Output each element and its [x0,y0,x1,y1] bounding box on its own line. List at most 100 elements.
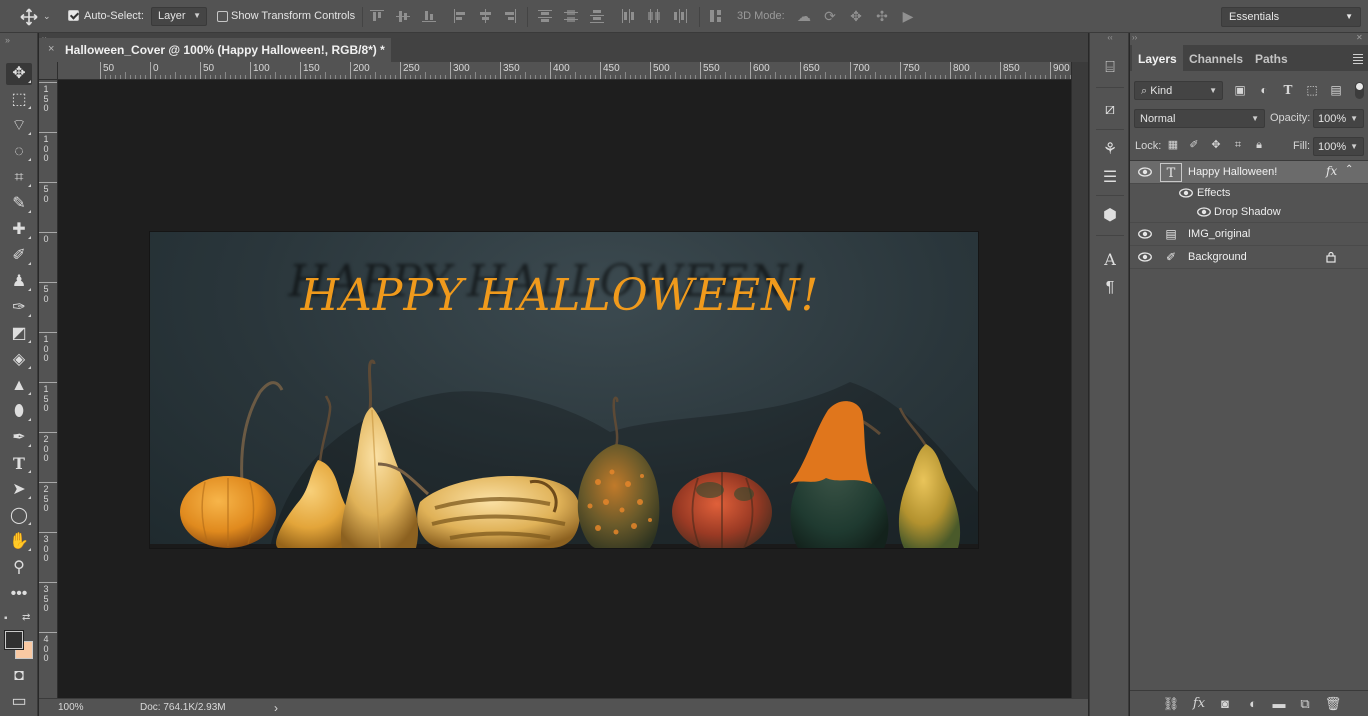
3d-roll-icon[interactable]: ⟳ [821,8,839,24]
close-icon[interactable]: × [48,43,54,55]
panel-menu-icon[interactable] [1353,54,1363,66]
tab-paths[interactable]: Paths [1249,45,1294,71]
3d-orbit-icon[interactable]: ☁ [795,8,813,24]
document-canvas[interactable]: HAPPY HALLOWEEN! [150,232,978,548]
dock-collapse-icon[interactable]: ‹‹ [1090,33,1130,45]
quick-mask-icon[interactable]: ◘ [6,665,32,687]
rectangular-marquee-tool-icon[interactable]: ⬚ [6,89,32,111]
horizontal-ruler[interactable]: 50 0 50 100 150 200 250 300 350 400 450 500 550 600 65… [58,62,1071,80]
add-layer-style-icon[interactable]: fx [1190,696,1208,712]
eraser-tool-icon[interactable]: ◩ [6,323,32,345]
tab-channels[interactable]: Channels [1183,45,1249,71]
lock-image-pixels-icon[interactable]: ✐ [1187,138,1201,152]
edit-toolbar-icon[interactable]: ••• [6,583,32,605]
distribute-right-edges-icon[interactable] [672,8,688,24]
eye-visibility-icon[interactable] [1138,229,1152,239]
blend-mode-select[interactable]: Normal ▼ [1134,109,1265,128]
auto-select-target-select[interactable]: Layer ▼ [151,7,207,26]
adjustments-panel-icon[interactable]: ☰ [1098,167,1122,189]
lock-position-icon[interactable]: ✥ [1209,138,1223,152]
tab-layers[interactable]: Layers [1132,45,1183,71]
dodge-tool-icon[interactable]: ⬮ [6,401,32,423]
blur-tool-icon[interactable]: ▲ [6,375,32,397]
type-layer-filter-icon[interactable]: T [1280,83,1296,97]
layer-name[interactable]: IMG_original [1188,228,1250,240]
distribute-left-edges-icon[interactable] [620,8,636,24]
auto-align-layers-icon[interactable] [708,8,724,24]
prevent-auto-nesting-icon[interactable]: ⌗ [1231,138,1245,152]
align-horizontal-centers-icon[interactable] [477,8,493,24]
panel-collapse-icon[interactable]: ›› [1132,33,1137,42]
clone-stamp-tool-icon[interactable]: ♟ [6,271,32,293]
healing-brush-tool-icon[interactable]: ✚ [6,219,32,241]
lock-all-icon[interactable]: 🔒︎ [1252,138,1266,152]
eye-visibility-icon[interactable] [1179,188,1193,198]
tool-preset-chevron-icon[interactable]: ⌄ [43,11,51,22]
screen-mode-icon[interactable]: ▭ [6,691,32,713]
paint-bucket-tool-icon[interactable]: ◈ [6,349,32,371]
canvas-area[interactable]: HAPPY HALLOWEEN! [58,80,1071,698]
brush-tool-icon[interactable]: ✐ [6,245,32,267]
status-menu-arrow-icon[interactable]: › [274,701,278,715]
align-left-edges-icon[interactable] [452,8,468,24]
layer-row-background[interactable]: ✐ Background [1130,246,1368,269]
drop-shadow-effect-row[interactable]: Drop Shadow [1130,203,1368,223]
3d-slide-icon[interactable]: ✣ [873,8,891,24]
eyedropper-tool-icon[interactable]: ✎ [6,193,32,215]
history-panel-icon[interactable]: ⌸ [1098,57,1122,79]
eye-visibility-icon[interactable] [1197,207,1211,217]
properties-panel-icon[interactable]: ⧄ [1098,99,1122,121]
align-right-edges-icon[interactable] [502,8,518,24]
swap-colors-icon[interactable]: ⇄ [22,612,30,623]
distribute-vertical-centers-icon[interactable] [563,8,579,24]
smart-object-filter-icon[interactable]: ▤ [1328,83,1344,97]
chevron-up-icon[interactable]: ⌃ [1345,164,1353,175]
shape-layer-filter-icon[interactable]: ⬚ [1304,83,1320,97]
pen-tool-icon[interactable]: ✒ [6,427,32,449]
zoom-level[interactable]: 100% [58,702,84,713]
add-layer-mask-icon[interactable]: ◙ [1216,696,1234,712]
layer-effects-row[interactable]: Effects [1130,184,1368,203]
foreground-color-swatch[interactable] [4,630,24,650]
lasso-tool-icon[interactable]: ⌔ [6,115,32,137]
new-layer-icon[interactable]: ⧉ [1296,696,1314,712]
pixel-layer-filter-icon[interactable]: ▣ [1232,83,1248,97]
filter-kind-select[interactable]: ⌕ Kind ▼ [1134,81,1223,100]
new-adjustment-layer-icon[interactable]: ◐ [1244,696,1262,712]
paragraph-panel-icon[interactable]: ¶ [1098,277,1122,299]
layer-row-happy-halloween[interactable]: T Happy Halloween! fx ⌃ [1130,161,1368,184]
align-vertical-centers-icon[interactable] [395,8,411,24]
workspace-switcher[interactable]: Essentials ▼ [1221,7,1361,27]
align-bottom-edges-icon[interactable] [421,8,437,24]
layer-row-img-original[interactable]: ▤ IMG_original [1130,223,1368,246]
3d-scale-camera-icon[interactable]: ▶ [899,8,917,24]
default-colors-icon[interactable]: ▪ [4,613,8,624]
fill-input[interactable]: 100% ▼ [1313,137,1364,156]
layer-name[interactable]: Background [1188,251,1247,263]
move-tool-preset-icon[interactable] [19,8,39,26]
path-selection-tool-icon[interactable]: ➤ [6,479,32,501]
history-brush-tool-icon[interactable]: ✑ [6,297,32,319]
show-transform-controls-checkbox[interactable] [217,11,228,22]
layer-filter-toggle[interactable] [1355,82,1364,99]
distribute-bottom-edges-icon[interactable] [589,8,605,24]
panel-close-icon[interactable]: ✕ [1356,33,1363,42]
lock-icon[interactable] [1325,251,1337,263]
link-layers-icon[interactable]: ⛓ [1162,696,1180,712]
layer-name[interactable]: Happy Halloween! [1188,166,1277,178]
document-tab[interactable]: × Halloween_Cover @ 100% (Happy Hallowee… [39,38,391,62]
panel-collapse-icon[interactable]: ›› [5,35,10,45]
type-tool-icon[interactable]: T [6,453,32,475]
adjustment-layer-filter-icon[interactable]: ◐ [1256,83,1272,97]
lock-transparent-pixels-icon[interactable]: ▦ [1166,138,1180,152]
vertical-ruler[interactable]: 150 100 50 0 50 100 150 200 250 300 350 400 [39,80,58,698]
hand-tool-icon[interactable]: ✋ [6,531,32,553]
ruler-origin[interactable] [39,62,58,80]
ellipse-tool-icon[interactable]: ◯ [6,505,32,527]
opacity-input[interactable]: 100% ▼ [1313,109,1364,128]
brush-settings-panel-icon[interactable]: ⚘ [1098,139,1122,161]
quick-selection-tool-icon[interactable]: ◌ [6,141,32,163]
eye-visibility-icon[interactable] [1138,167,1152,177]
crop-tool-icon[interactable]: ⌗ [6,167,32,189]
headline-text-layer[interactable]: HAPPY HALLOWEEN! [150,270,978,321]
